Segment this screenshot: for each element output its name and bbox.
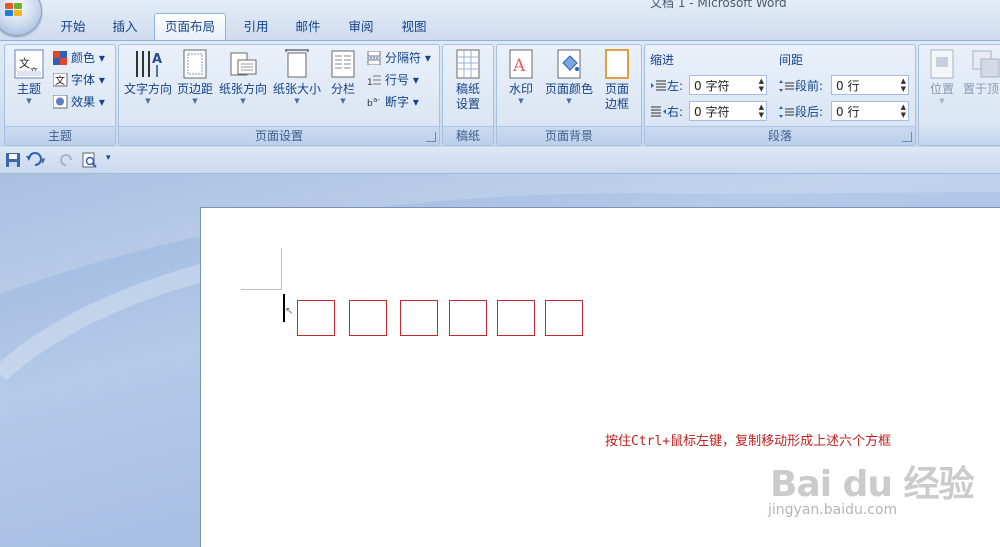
- square-box-6[interactable]: [545, 300, 583, 336]
- line-numbers-icon: 1: [367, 73, 382, 88]
- square-box-2[interactable]: [349, 300, 387, 336]
- breaks-button[interactable]: 分隔符 ▾: [367, 48, 431, 68]
- spacing-before-label: 段前:: [779, 77, 823, 94]
- spacing-before-icon: [779, 80, 795, 92]
- columns-button[interactable]: 分栏 ▼: [325, 49, 361, 105]
- page-color-button[interactable]: 页面颜色 ▼: [543, 49, 595, 105]
- spacing-after-input[interactable]: 0 行 ▲ ▼: [831, 101, 909, 121]
- hyphenation-icon: b a-: [367, 95, 382, 109]
- tab-home[interactable]: 开始: [50, 14, 96, 38]
- spacing-after-label: 段后:: [779, 103, 823, 120]
- redo-icon[interactable]: [60, 153, 74, 170]
- margins-icon: [180, 49, 210, 79]
- group-paragraph: 缩进 左: 0 字符 ▲ ▼ 右: 0 字符 ▲ ▼ 间距 段前: 0 行 ▲ ▼ 段后: …: [644, 44, 916, 146]
- page-setup-launcher-icon[interactable]: [426, 132, 436, 142]
- indent-right-label: 右:: [651, 103, 683, 120]
- group-page-background: A 水印 ▼ 页面颜色 ▼ 页面 边框 页面背景: [496, 44, 642, 146]
- theme-effects-button[interactable]: 效果 ▾: [52, 92, 105, 112]
- spacing-after-icon: [779, 106, 795, 118]
- square-box-3[interactable]: [400, 300, 438, 336]
- group-arrange: 位置 ▼ 置于顶: [918, 44, 1000, 146]
- svg-text:文: 文: [19, 56, 30, 70]
- hyphenation-button[interactable]: b a- 断字 ▾: [367, 92, 419, 112]
- tab-review[interactable]: 审阅: [339, 14, 383, 38]
- svg-text:A: A: [152, 52, 162, 67]
- spacing-before-input[interactable]: 0 行 ▲ ▼: [831, 75, 909, 95]
- font-icon: 文: [52, 72, 68, 87]
- indent-left-input[interactable]: 0 字符 ▲ ▼: [689, 75, 767, 95]
- svg-text:a-: a-: [373, 96, 380, 104]
- page-borders-icon: [602, 49, 632, 79]
- group-label-paragraph: 段落: [645, 126, 915, 145]
- themes-icon: 文文: [14, 49, 44, 79]
- group-manuscript: 稿纸 设置 稿纸: [442, 44, 494, 146]
- save-icon[interactable]: [6, 153, 20, 170]
- group-label-themes: 主题: [5, 126, 115, 145]
- paragraph-launcher-icon[interactable]: [902, 132, 912, 142]
- margins-button[interactable]: 页边距 ▼: [175, 49, 215, 105]
- themes-button[interactable]: 文文 主题▼: [9, 49, 49, 105]
- office-logo-icon: [5, 3, 23, 17]
- group-label-page-background: 页面背景: [497, 126, 641, 145]
- indent-left-icon: [651, 80, 667, 92]
- margin-corner-mark-h: [241, 289, 282, 290]
- bring-to-front-icon: [971, 49, 1000, 79]
- group-page-setup: A 文字方向 ▼ 页边距 ▼ 纸张方向 ▼ 纸张大小 ▼ 分栏 ▼ 分隔符 ▾ …: [118, 44, 440, 146]
- square-box-4[interactable]: [449, 300, 487, 336]
- paint-bucket-icon: [554, 49, 584, 79]
- page-borders-button[interactable]: 页面 边框: [597, 49, 637, 112]
- margin-corner-mark: [281, 248, 282, 290]
- tab-page-layout[interactable]: 页面布局: [154, 13, 226, 41]
- tab-references[interactable]: 引用: [234, 14, 278, 38]
- svg-text:▼: ▼: [40, 157, 46, 165]
- instruction-annotation: 按住Ctrl+鼠标左键，复制移动形成上述六个方框: [605, 434, 892, 449]
- position-button[interactable]: 位置 ▼: [925, 49, 959, 105]
- manuscript-setup-button[interactable]: 稿纸 设置: [447, 49, 489, 112]
- undo-icon[interactable]: ▼: [26, 152, 46, 171]
- tab-view[interactable]: 视图: [392, 14, 436, 38]
- customize-qat-icon[interactable]: ▾: [106, 153, 111, 163]
- group-themes: 文文 主题▼ 颜色 ▾ 文字体 ▾ 效果 ▾ 主题: [4, 44, 116, 146]
- effects-icon: [52, 94, 68, 109]
- indent-left-label: 左:: [651, 77, 683, 94]
- svg-text:文: 文: [55, 74, 65, 87]
- theme-colors-button[interactable]: 颜色 ▾: [53, 48, 105, 68]
- svg-text:1: 1: [367, 78, 373, 87]
- manuscript-grid-icon: [453, 49, 483, 79]
- quick-access-toolbar: ▼ ▾: [0, 147, 1000, 174]
- palette-icon: [53, 51, 68, 65]
- spacing-header: 间距: [779, 53, 804, 67]
- watermark-icon: A: [506, 49, 536, 79]
- indent-right-input[interactable]: 0 字符 ▲ ▼: [689, 101, 767, 121]
- baidu-watermark-url: jingyan.baidu.com: [768, 502, 898, 518]
- theme-fonts-button[interactable]: 文字体 ▾: [52, 70, 105, 90]
- svg-text:A: A: [512, 56, 526, 76]
- page-size-icon: [282, 49, 312, 79]
- bring-to-front-button[interactable]: 置于顶: [963, 49, 1000, 97]
- tab-mailings[interactable]: 邮件: [286, 14, 330, 38]
- square-box-5[interactable]: [497, 300, 535, 336]
- orientation-button[interactable]: 纸张方向 ▼: [217, 49, 269, 105]
- tab-insert[interactable]: 插入: [103, 14, 147, 38]
- print-preview-icon[interactable]: [82, 152, 98, 171]
- breaks-icon: [367, 50, 382, 66]
- group-label-manuscript: 稿纸: [443, 126, 493, 145]
- group-label-page-setup: 页面设置: [119, 126, 439, 145]
- text-direction-button[interactable]: A 文字方向 ▼: [122, 49, 174, 105]
- position-icon: [927, 49, 957, 79]
- square-box-1[interactable]: [297, 300, 335, 336]
- ribbon: 文文 主题▼ 颜色 ▾ 文字体 ▾ 效果 ▾ 主题 A 文字方向▼ 页边距▼: [0, 40, 1000, 148]
- mouse-pointer-icon: ↖: [285, 306, 294, 317]
- watermark-button[interactable]: A 水印 ▼: [501, 49, 541, 105]
- baidu-watermark: Bai du 经验: [770, 464, 975, 505]
- window-title: 文档 1 - Microsoft Word: [650, 0, 787, 10]
- columns-icon: [328, 49, 358, 79]
- page-size-button[interactable]: 纸张大小 ▼: [271, 49, 323, 105]
- title-bar: 文档 1 - Microsoft Word: [0, 0, 1000, 40]
- indent-header: 缩进: [650, 53, 675, 67]
- text-direction-icon: A: [133, 49, 163, 79]
- line-numbers-button[interactable]: 1 行号 ▾: [367, 70, 419, 90]
- indent-right-icon: [651, 106, 667, 118]
- orientation-icon: [228, 49, 258, 79]
